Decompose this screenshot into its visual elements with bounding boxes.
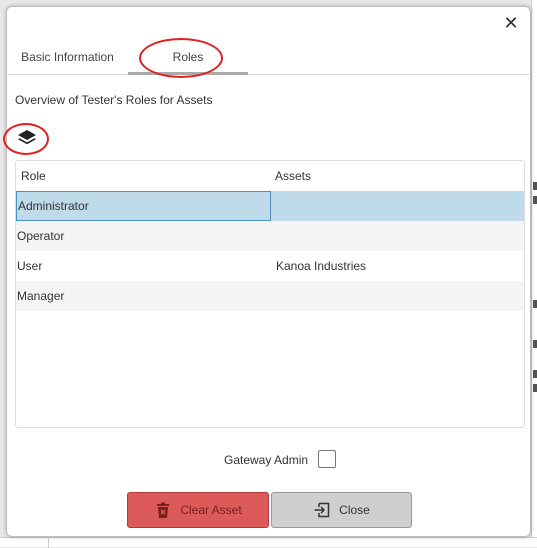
background-text-fragment xyxy=(533,182,537,190)
column-header-role[interactable]: Role xyxy=(16,161,271,191)
close-label: Close xyxy=(339,503,370,517)
roles-table: Role Assets Administrator Operator User … xyxy=(15,160,525,428)
background-app-edge xyxy=(531,0,537,547)
layers-icon[interactable] xyxy=(15,126,39,150)
background-text-fragment xyxy=(533,196,537,204)
user-roles-dialog: ✕ Basic Information Roles Overview of Te… xyxy=(3,6,531,537)
gateway-admin-label: Gateway Admin xyxy=(224,453,309,467)
role-cell[interactable]: User xyxy=(16,251,271,281)
tab-basic-information[interactable]: Basic Information xyxy=(7,45,128,75)
background-app-bottom xyxy=(0,537,537,548)
table-row[interactable]: Operator xyxy=(16,221,524,251)
tab-bar: Basic Information Roles xyxy=(7,45,530,75)
exit-icon xyxy=(313,501,331,519)
background-text-fragment xyxy=(533,340,537,348)
trash-icon xyxy=(154,501,172,519)
table-header: Role Assets xyxy=(16,161,524,191)
role-cell[interactable]: Administrator xyxy=(16,191,271,221)
background-text-fragment xyxy=(533,370,537,378)
table-row[interactable]: Administrator xyxy=(16,191,524,221)
role-cell[interactable]: Operator xyxy=(16,221,271,251)
close-button[interactable]: Close xyxy=(271,492,412,528)
gateway-admin-checkbox[interactable] xyxy=(318,450,336,468)
assets-cell[interactable] xyxy=(271,281,524,311)
table-row[interactable]: Manager xyxy=(16,281,524,311)
roles-overview-title: Overview of Tester's Roles for Assets xyxy=(15,93,213,107)
background-text-fragment xyxy=(533,384,537,392)
background-text-fragment xyxy=(533,300,537,308)
assets-cell[interactable] xyxy=(271,221,524,251)
close-icon[interactable]: ✕ xyxy=(502,14,520,32)
assets-cell[interactable]: Kanoa Industries xyxy=(271,251,524,281)
table-row[interactable]: User Kanoa Industries xyxy=(16,251,524,281)
column-header-assets[interactable]: Assets xyxy=(271,161,524,191)
clear-asset-button[interactable]: Clear Asset xyxy=(127,492,269,528)
tab-roles[interactable]: Roles xyxy=(128,45,248,75)
role-cell[interactable]: Manager xyxy=(16,281,271,311)
assets-cell[interactable] xyxy=(271,191,524,221)
clear-asset-label: Clear Asset xyxy=(180,503,242,517)
